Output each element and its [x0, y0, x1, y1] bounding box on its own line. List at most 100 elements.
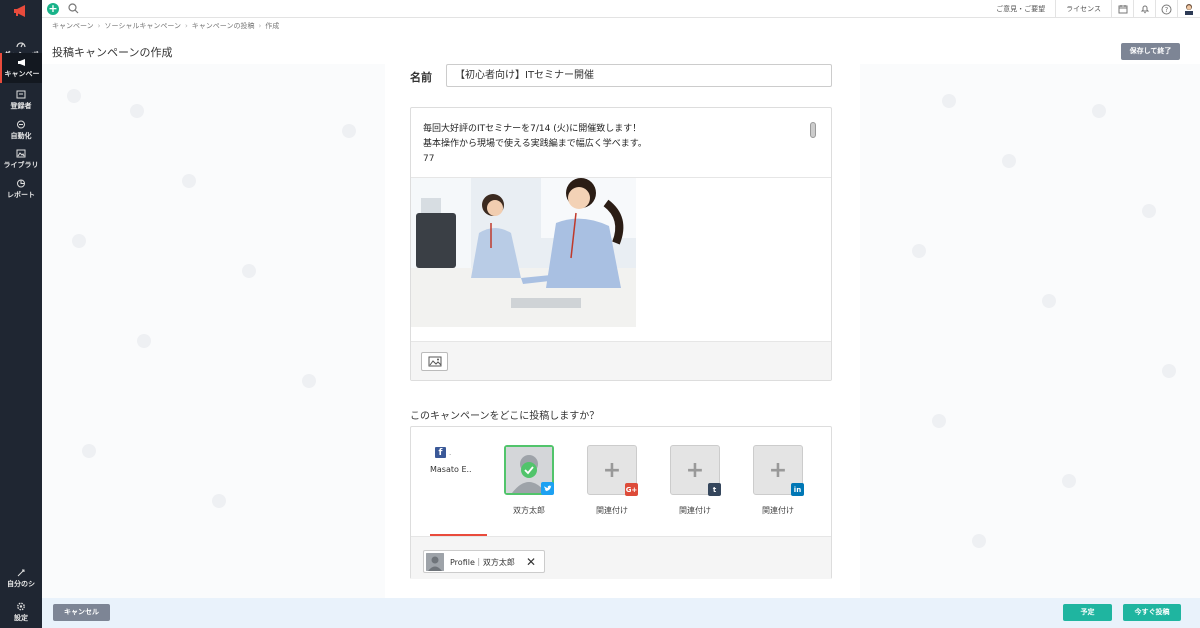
facebook-account-name[interactable]: Masato E..: [430, 465, 472, 474]
gear-icon: [17, 602, 25, 610]
post-destination-question: このキャンペーンをどこに投稿しますか？: [410, 411, 600, 422]
bottom-action-bar: キャンセル 予定 今すぐ投稿: [42, 598, 1200, 628]
cancel-button[interactable]: キャンセル: [53, 604, 110, 621]
image-icon: [428, 356, 441, 367]
breadcrumb-separator: ›: [97, 22, 101, 30]
decor-icon: [1162, 364, 1176, 378]
sidebar-item-settings[interactable]: 設定: [0, 597, 42, 627]
automation-icon: [17, 120, 25, 128]
decor-icon: [1002, 154, 1016, 168]
linkedin-connect-card[interactable]: + in: [753, 445, 804, 496]
twitter-account-card[interactable]: [504, 445, 554, 495]
sidebar-item-campaigns[interactable]: キャンペー: [0, 53, 42, 83]
check-icon: [521, 462, 537, 478]
contacts-icon: [16, 90, 26, 98]
tumblr-connect-label[interactable]: 関連付け: [670, 505, 720, 516]
license-link[interactable]: ライセンス: [1056, 0, 1112, 18]
user-avatar[interactable]: [1178, 0, 1200, 18]
help-icon[interactable]: ?: [1156, 0, 1178, 18]
google-plus-connect-label[interactable]: 関連付け: [587, 505, 637, 516]
breadcrumb-social-campaigns[interactable]: ソーシャルキャンペーン: [104, 22, 181, 30]
decor-icon: [1062, 474, 1076, 488]
logo-megaphone-icon[interactable]: [0, 0, 42, 22]
decor-icon: [82, 444, 96, 458]
post-text-area[interactable]: 毎回大好評のITセミナーを7/14 (火)に開催致します！ 基本操作から現場で使…: [423, 122, 647, 152]
sidebar-item-label: キャンペー: [4, 69, 40, 78]
top-bar: + ご意見・ご要望 ライセンス ?: [42, 0, 1200, 18]
sidebar-item-label: ライブラリ: [3, 160, 39, 169]
decor-icon: [130, 104, 144, 118]
decor-icon: [302, 374, 316, 388]
linkedin-connect-label[interactable]: 関連付け: [753, 505, 803, 516]
post-content-box: 毎回大好評のITセミナーを7/14 (火)に開催致します！ 基本操作から現場で使…: [410, 107, 832, 381]
twitter-icon: [541, 482, 554, 495]
text-scrollbar[interactable]: [810, 122, 816, 138]
add-new-button[interactable]: +: [47, 3, 59, 15]
dashboard-icon: [16, 41, 26, 47]
sidebar-item-label: レポート: [7, 190, 35, 199]
facebook-dot: .: [449, 449, 452, 457]
sign-icon: [17, 569, 25, 576]
schedule-button[interactable]: 予定: [1063, 604, 1112, 621]
linkedin-icon: in: [791, 483, 804, 496]
decor-icon: [182, 174, 196, 188]
sidebar-item-library[interactable]: ライブラリ: [0, 144, 42, 174]
decor-icon: [1042, 294, 1056, 308]
sidebar-item-my-signature[interactable]: 自分のシ: [0, 563, 42, 593]
social-accounts-box: f . Masato E.. 双方太郎 + G+ 関連付け + t 関連付け +…: [410, 426, 832, 579]
breadcrumb-campaign-posts[interactable]: キャンペーンの投稿: [192, 22, 255, 30]
report-icon: [17, 179, 25, 187]
sidebar-item-label: 設定: [14, 613, 28, 622]
decor-icon: [242, 264, 256, 278]
twitter-account-label: 双方太郎: [513, 506, 545, 515]
post-text-line: 基本操作から現場で使える実践編まで幅広く学べます。: [423, 139, 647, 149]
sidebar: ダッシュボ キャンペー 登録者 自動化 ライブラリ レポート 自分のシ 設定: [0, 0, 42, 628]
breadcrumb-separator: ›: [184, 22, 188, 30]
post-photo-office-women: [411, 178, 636, 327]
campaign-name-input[interactable]: 【初心者向け】ITセミナー開催: [446, 64, 832, 87]
breadcrumb-create: 作成: [265, 22, 280, 30]
google-plus-connect-card[interactable]: + G+: [587, 445, 638, 496]
post-now-button[interactable]: 今すぐ投稿: [1123, 604, 1181, 621]
tumblr-icon: t: [708, 483, 721, 496]
sidebar-item-contacts[interactable]: 登録者: [0, 85, 42, 115]
selected-profile-chip: Profile｜双方太郎 ✕: [423, 550, 545, 573]
svg-text:?: ?: [1165, 6, 1169, 14]
search-icon[interactable]: [68, 3, 79, 14]
profile-avatar: [426, 553, 444, 571]
page-title: 投稿キャンペーンの作成: [52, 46, 173, 59]
remove-profile-close-icon[interactable]: ✕: [526, 555, 536, 569]
selected-profiles-area: Profile｜双方太郎 ✕: [411, 536, 831, 579]
feedback-link[interactable]: ご意見・ご要望: [986, 0, 1057, 18]
post-form-panel: 名前 【初心者向け】ITセミナー開催 毎回大好評のITセミナーを7/14 (火)…: [385, 36, 860, 598]
calendar-icon[interactable]: [1112, 0, 1134, 18]
sidebar-item-label: 自分のシ: [7, 579, 35, 588]
sidebar-item-label: 登録者: [10, 101, 32, 110]
decor-icon: [212, 494, 226, 508]
decor-icon: [942, 94, 956, 108]
breadcrumb-separator: ›: [258, 22, 262, 30]
tumblr-connect-card[interactable]: + t: [670, 445, 721, 496]
decor-icon: [137, 334, 151, 348]
google-plus-icon: G+: [625, 483, 638, 496]
decor-icon: [72, 234, 86, 248]
decor-icon: [972, 534, 986, 548]
decor-icon: [932, 414, 946, 428]
decor-icon: [342, 124, 356, 138]
sidebar-item-automation[interactable]: 自動化: [0, 115, 42, 145]
top-bar-right: ご意見・ご要望 ライセンス ?: [986, 0, 1200, 18]
breadcrumb-campaigns[interactable]: キャンペーン: [52, 22, 94, 30]
sidebar-item-reports[interactable]: レポート: [0, 174, 42, 204]
bell-icon[interactable]: [1134, 0, 1156, 18]
post-text-line: 毎回大好評のITセミナーを7/14 (火)に開催致します！: [423, 124, 642, 134]
sidebar-item-label: 自動化: [10, 131, 32, 140]
profile-chip-label: Profile｜双方太郎: [450, 558, 515, 567]
save-and-exit-button[interactable]: 保存して終了: [1121, 43, 1180, 60]
character-count: 77: [423, 154, 435, 164]
breadcrumb: キャンペーン › ソーシャルキャンペーン › キャンペーンの投稿 › 作成: [52, 21, 279, 31]
decor-icon: [67, 89, 81, 103]
facebook-icon[interactable]: f: [435, 447, 446, 458]
add-image-button[interactable]: [421, 352, 448, 371]
megaphone-icon: [18, 58, 25, 66]
name-label: 名前: [410, 71, 432, 84]
